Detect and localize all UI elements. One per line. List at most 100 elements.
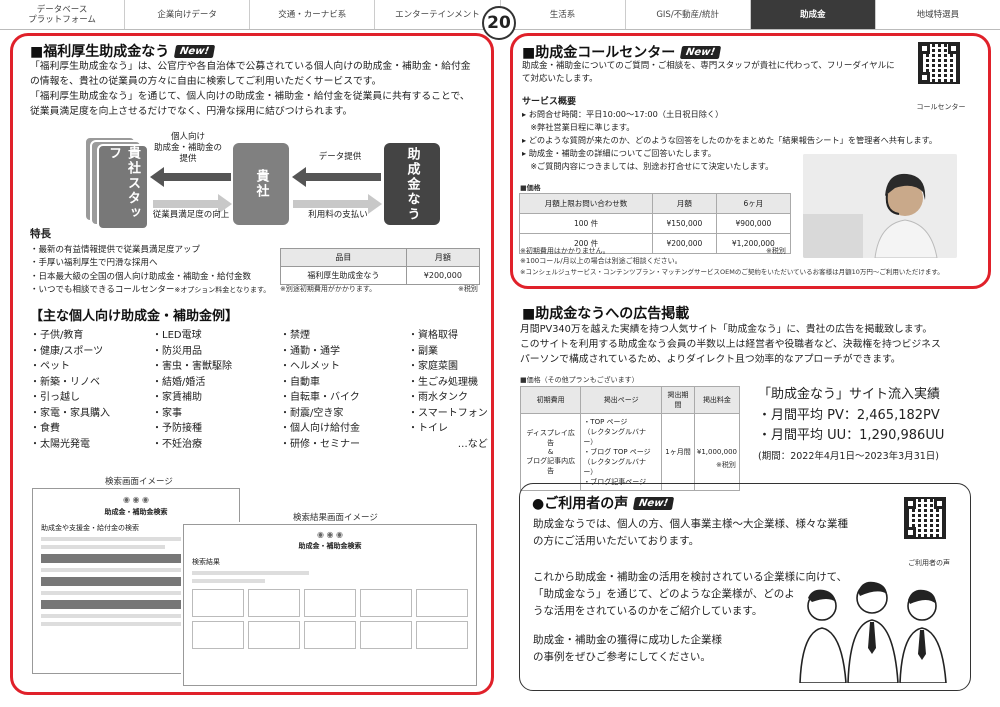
ad-header: 初期費用: [519, 386, 582, 414]
example-item: ・ヘルメット: [280, 361, 340, 372]
nav-item-database-platform[interactable]: データベース プラットフォーム: [0, 0, 126, 29]
arrow-company-to-service: [293, 200, 369, 208]
arrow-head-left-1: [150, 167, 164, 187]
traffic-stats: 「助成金なう」サイト流入実績 ・月間平均 PV：2,465,182PV ・月間平…: [758, 383, 944, 462]
example-item: ・自動車: [280, 376, 320, 388]
feature-item: ・いつでも相談できるコールセンター※オプション料金となります。: [30, 284, 270, 298]
feature-item: ・最新の有益情報提供で従業員満足度アップ: [30, 244, 201, 255]
callcenter-price-title: ■価格: [520, 184, 541, 192]
mock-logo: ◉ ◉ ◉: [122, 495, 150, 504]
nav-item-gis-realestate[interactable]: GIS/不動産/統計: [626, 0, 751, 29]
price-cell: ¥200,000: [405, 266, 481, 285]
example-item: ・予防接種: [152, 423, 202, 434]
cc-price-header: 月額: [652, 193, 717, 214]
nav-item-subsidy[interactable]: 助成金: [750, 0, 876, 29]
nav-item-corporate-data[interactable]: 企業向けデータ: [125, 0, 251, 29]
search-screen-caption: 検索画面イメージ: [105, 477, 173, 487]
mock-results-heading: 助成金・補助金検索: [298, 542, 362, 550]
callcenter-title-text: ■助成金コールセンター: [522, 45, 676, 61]
qr-finder: [905, 498, 916, 509]
stats-pv: ・月間平均 PV：2,465,182PV: [758, 408, 940, 423]
mock-line: [192, 579, 265, 583]
arrow-company-to-staff: [163, 173, 231, 181]
example-item: ・結婚/婚活: [152, 376, 206, 388]
results-screen-mock: ◉ ◉ ◉ 助成金・補助金検索 検索結果: [183, 524, 477, 686]
nav-item-regional[interactable]: 地域特選員: [876, 0, 1000, 29]
callcenter-title: ■助成金コールセンター New!: [522, 42, 722, 62]
cc-note: ※100コール/月以上の場合は別途ご相談ください。: [520, 257, 682, 265]
callcenter-overview-title: サービス概要: [522, 97, 577, 107]
examples-col-3: ・禁煙 ・通勤・通学 ・ヘルメット ・自動車 ・自転車・バイク ・耐震/空き家 …: [280, 328, 360, 452]
ad-header: 掲出料金: [693, 386, 741, 414]
mock-result-card: [248, 589, 300, 617]
example-item: ・健康/スポーツ: [30, 345, 104, 357]
example-item: ・自転車・バイク: [280, 392, 360, 403]
ad-header: 掲出期間: [661, 386, 695, 414]
label-usage-fee: 利用料の支払い: [308, 210, 368, 220]
qr-finder: [905, 527, 916, 538]
feature-note: ※オプション料金となります。: [174, 286, 271, 294]
staff-card: 貴社スタッフ: [97, 144, 149, 230]
mock-line: [41, 622, 186, 626]
mock-result-card: [304, 589, 356, 617]
example-item: ・禁煙: [280, 330, 310, 341]
price-note-initial: ※別途初期費用がかかります。: [280, 285, 377, 293]
stats-period: (期間：2022年4月1日〜2023年3月31日): [758, 451, 939, 462]
label-satisfaction: 従業員満足度の向上: [152, 210, 230, 220]
welfare-desc-3: 「福利厚生助成金なう」を通じて、個人向けの助成金・補助金・給付金を従業員に共有す…: [30, 91, 470, 102]
example-item: ・家電・家具購入: [30, 407, 110, 419]
company-card: 貴社: [233, 143, 289, 225]
voice-p1: 助成金なうでは、個人の方、個人事業主様〜大企業様、様々な業種: [533, 518, 848, 530]
voice-p2: の方にご活用いただいております。: [533, 535, 700, 547]
welfare-title-text: ■福利厚生助成金なう: [30, 44, 170, 60]
ad-cell-type: ディスプレイ広告 & ブログ記事内広告: [519, 413, 582, 491]
mock-result-card: [416, 589, 468, 617]
ad-cell-period: 1ヶ月間: [661, 413, 695, 491]
service-card: 助成金なう: [384, 143, 440, 225]
new-badge: New!: [633, 497, 675, 510]
voice-p4: 「助成金なう」を通じて、どのような企業様が、どのよ: [533, 588, 795, 600]
voice-title: ●ご利用者の声 New!: [532, 493, 675, 513]
advert-price-table: 初期費用 掲出ページ 掲出期間 掲出料金 ディスプレイ広告 & ブログ記事内広告…: [519, 386, 741, 491]
arrow-service-to-company: [305, 173, 381, 181]
qr-finder: [948, 43, 959, 54]
examples-col-4: ・資格取得 ・副業 ・家庭菜園 ・生ごみ処理機 ・雨水タンク ・スマートフォン …: [408, 328, 488, 452]
price-header-item: 品目: [280, 248, 407, 267]
nav-item-lifestyle[interactable]: 生活系: [501, 0, 626, 29]
mock-result-card: [192, 589, 244, 617]
mock-line: [41, 545, 165, 549]
example-item: ・副業: [408, 345, 438, 357]
example-item: ・資格取得: [408, 330, 458, 341]
example-item: ・子供/教育: [30, 330, 84, 341]
callcenter-qr-code[interactable]: [918, 42, 960, 84]
cc-price-cell: ¥200,000: [652, 233, 717, 254]
mock-result-card: [248, 621, 300, 649]
price-cell: 福利厚生助成金なう: [280, 266, 407, 285]
example-item: ・不妊治療: [152, 438, 202, 450]
stats-title: 「助成金なう」サイト流入実績: [758, 387, 941, 402]
welfare-desc-4: 従業員満足度を向上させるだけでなく、円滑な採用に結びつけられます。: [30, 106, 353, 117]
example-item: ・通勤・通学: [280, 345, 340, 357]
callcenter-price-table: 月額上限お問い合わせ数 月額 6ヶ月 100 件 ¥150,000 ¥900,0…: [518, 193, 792, 254]
results-screen-caption: 検索結果画面イメージ: [293, 513, 378, 523]
example-item: ・家事: [152, 407, 182, 419]
nav-item-traffic-carnavi[interactable]: 交通・カーナビ系: [250, 0, 376, 29]
label-provide-subsidy: 個人向け 助成金・補助金の 提供: [153, 132, 222, 164]
mock-result-card: [192, 621, 244, 649]
voice-qr-code[interactable]: [904, 497, 946, 539]
advert-desc-3: パーソンで構成されているため、よりダイレクト且つ効率的なアプローチができます。: [520, 354, 901, 365]
examples-title: 【主な個人向け助成金・補助金例】: [30, 309, 239, 324]
arrow-head-left-2: [292, 167, 306, 187]
cc-note: ※初期費用はかかりません。: [520, 247, 610, 255]
ad-cell-pages: ・TOP ページ （レクタングルバナー） ・ブログ TOP ページ （レクタング…: [580, 413, 663, 491]
cc-price-cell: ¥900,000: [715, 213, 792, 234]
mock-results-grid: [192, 589, 468, 649]
page-number: 20: [482, 6, 516, 40]
voice-qr-label: ご利用者の声: [908, 559, 950, 567]
callcenter-item: ▸ お問合せ時間：平日10:00〜17:00（土日祝日除く）: [522, 109, 724, 119]
example-item: ・家庭菜園: [408, 361, 458, 372]
example-item: ・トイレ: [408, 423, 448, 434]
voice-p5: うな活用をされているのかをご紹介しています。: [533, 605, 763, 617]
example-item: ・引っ越し: [30, 392, 80, 403]
mock-search-heading: 助成金・補助金検索: [104, 508, 168, 516]
